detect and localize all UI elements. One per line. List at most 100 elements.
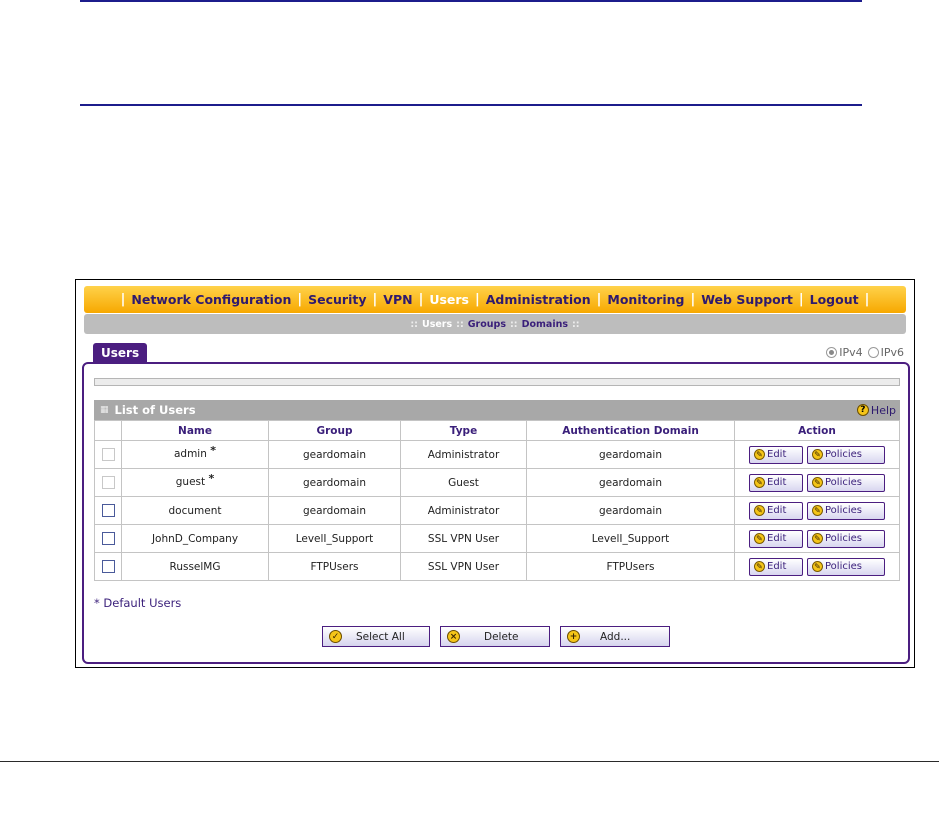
help-link[interactable]: ? Help: [856, 403, 900, 417]
main-nav: | Network Configuration | Security | VPN | User…: [84, 286, 906, 313]
nav-item-logout[interactable]: Logout: [810, 292, 859, 307]
policies-button[interactable]: ✎ Policies: [807, 445, 885, 464]
policies-label: Policies: [825, 449, 862, 460]
name-cell: admin *: [121, 440, 269, 469]
nav-separator: |: [372, 292, 378, 307]
group-cell: geardomain: [268, 468, 401, 497]
pencil-icon: ✎: [812, 561, 823, 572]
nav-item-administration[interactable]: Administration: [486, 292, 591, 307]
edit-label: Edit: [767, 449, 787, 460]
user-name: guest: [175, 476, 206, 488]
subnav-item-domains[interactable]: Domains: [522, 319, 568, 330]
subnav-item-groups[interactable]: Groups: [468, 319, 506, 330]
delete-button[interactable]: × Delete: [440, 626, 550, 647]
subnav-separator: ::: [410, 318, 418, 330]
nav-item-security[interactable]: Security: [308, 292, 366, 307]
ipv4-label: IPv4: [839, 346, 863, 359]
ipv6-label: IPv6: [880, 346, 904, 359]
domain-cell: geardomain: [526, 496, 735, 525]
second-rule: [80, 104, 862, 106]
action-cell: ✎ Edit ✎ Policies: [734, 552, 900, 581]
add-icon: +: [567, 630, 580, 643]
pencil-icon: ✎: [754, 477, 765, 488]
type-cell: Guest: [400, 468, 527, 497]
domain-cell: geardomain: [526, 440, 735, 469]
list-title: List of Users: [114, 403, 196, 417]
tab-users[interactable]: Users: [93, 343, 148, 363]
default-users-note: * Default Users: [94, 596, 182, 610]
edit-button[interactable]: ✎ Edit: [749, 501, 803, 520]
pencil-icon: ✎: [812, 505, 823, 516]
edit-label: Edit: [767, 561, 787, 572]
pencil-icon: ✎: [754, 561, 765, 572]
row-checkbox[interactable]: [101, 504, 115, 517]
subnav-item-users[interactable]: Users: [422, 319, 452, 330]
policies-button[interactable]: ✎ Policies: [807, 529, 885, 548]
column-header-domain: Authentication Domain: [526, 420, 735, 441]
column-header-type: Type: [400, 420, 527, 441]
table-row: admin * geardomain Administrator geardomain…: [94, 440, 900, 469]
select-cell: [94, 552, 122, 581]
action-cell: ✎ Edit ✎ Policies: [734, 524, 900, 553]
nav-item-vpn[interactable]: VPN: [383, 292, 412, 307]
select-cell: [94, 440, 122, 469]
top-rule: [80, 0, 862, 2]
nav-item-web-support[interactable]: Web Support: [701, 292, 793, 307]
group-cell: geardomain: [268, 440, 401, 469]
column-header-name: Name: [121, 420, 269, 441]
edit-button[interactable]: ✎ Edit: [749, 473, 803, 492]
row-checkbox[interactable]: [101, 532, 115, 545]
delete-label: Delete: [484, 630, 519, 643]
ipv4-radio[interactable]: [826, 347, 838, 358]
table-row: RusselMG FTPUsers SSL VPN User FTPUsers ✎ Edi…: [94, 552, 900, 581]
nav-separator: |: [798, 292, 804, 307]
edit-label: Edit: [767, 533, 787, 544]
edit-button[interactable]: ✎ Edit: [749, 445, 803, 464]
list-header: ▦ List of Users ? Help: [94, 400, 900, 420]
add-label: Add...: [600, 630, 631, 643]
router-ui-frame: | Network Configuration | Security | VPN | User…: [75, 279, 915, 668]
users-table: Name Group Type Authentication Domain Ac…: [94, 420, 900, 581]
select-cell: [94, 468, 122, 497]
subnav-separator: ::: [572, 318, 580, 330]
edit-label: Edit: [767, 505, 787, 516]
column-header-group: Group: [268, 420, 401, 441]
name-cell: RusselMG: [121, 552, 269, 581]
action-cell: ✎ Edit ✎ Policies: [734, 496, 900, 525]
row-checkbox[interactable]: [101, 560, 115, 573]
pencil-icon: ✎: [812, 449, 823, 460]
ipv6-radio[interactable]: [867, 347, 879, 358]
type-cell: SSL VPN User: [400, 552, 527, 581]
pencil-icon: ✎: [754, 533, 765, 544]
pencil-icon: ✎: [812, 477, 823, 488]
name-cell: guest *: [121, 468, 269, 497]
nav-item-monitoring[interactable]: Monitoring: [607, 292, 684, 307]
help-icon: ?: [856, 404, 869, 416]
policies-button[interactable]: ✎ Policies: [807, 557, 885, 576]
type-cell: Administrator: [400, 496, 527, 525]
edit-button[interactable]: ✎ Edit: [749, 557, 803, 576]
edit-button[interactable]: ✎ Edit: [749, 529, 803, 548]
policies-button[interactable]: ✎ Policies: [807, 501, 885, 520]
nav-separator: |: [120, 292, 126, 307]
pencil-icon: ✎: [754, 449, 765, 460]
user-name: JohnD_Company: [151, 532, 239, 545]
ip-version-selector: IPv4 IPv6: [826, 346, 904, 359]
type-cell: SSL VPN User: [400, 524, 527, 553]
name-cell: JohnD_Company: [121, 524, 269, 553]
grid-icon: ▦: [100, 405, 109, 415]
select-all-button[interactable]: ✓ Select All: [322, 626, 430, 647]
sub-nav: :: Users:: Groups:: Domains::: [84, 314, 906, 334]
message-bar: [94, 378, 900, 386]
policies-button[interactable]: ✎ Policies: [807, 473, 885, 492]
select-cell: [94, 496, 122, 525]
action-cell: ✎ Edit ✎ Policies: [734, 440, 900, 469]
nav-item-users[interactable]: Users: [429, 292, 469, 307]
policies-label: Policies: [825, 561, 862, 572]
add-button[interactable]: + Add...: [560, 626, 670, 647]
pencil-icon: ✎: [754, 505, 765, 516]
domain-cell: LevelI_Support: [526, 524, 735, 553]
group-cell: geardomain: [268, 496, 401, 525]
help-label: Help: [870, 403, 896, 417]
nav-item-network-configuration[interactable]: Network Configuration: [131, 292, 291, 307]
